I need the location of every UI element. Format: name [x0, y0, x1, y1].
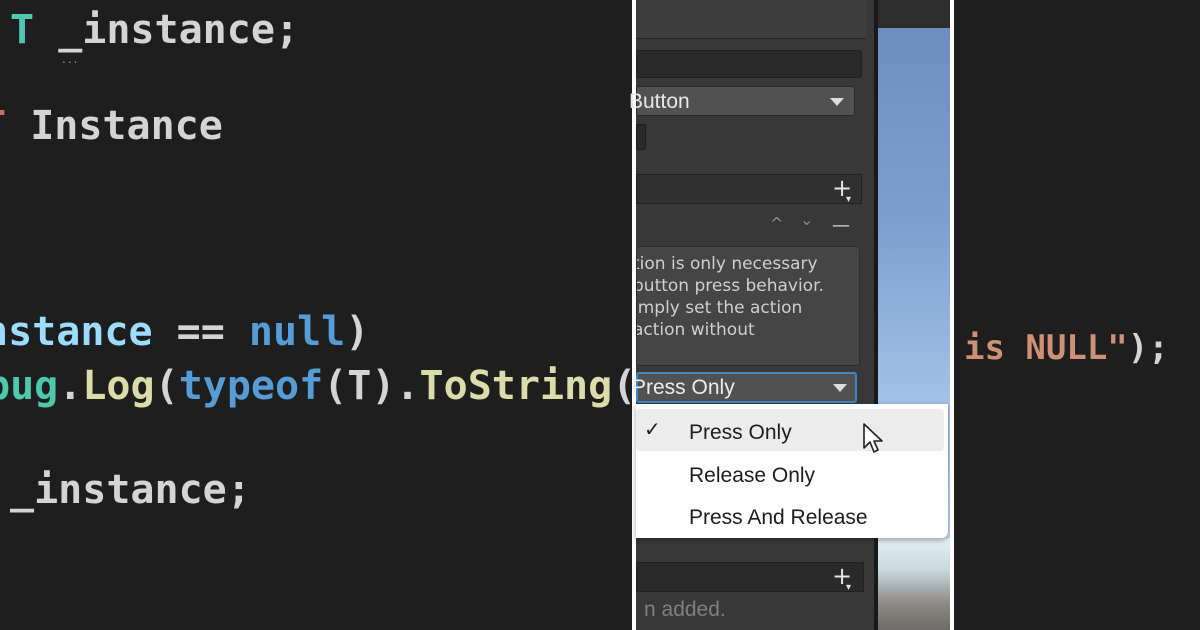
- help-line-1: tion is only necessary: [636, 254, 818, 274]
- punct-token: ;: [274, 7, 300, 53]
- identifier-token: _instance: [58, 7, 275, 53]
- punct-token: ): [345, 309, 370, 355]
- dropdown-menu: ✓ Press Only Release Only Press And Rele…: [636, 404, 948, 538]
- keyword-token: null: [248, 309, 346, 355]
- variable-token: nstance: [0, 309, 153, 355]
- code-line-2: T Instance: [0, 102, 223, 150]
- small-caret-icon: ▾: [846, 582, 852, 593]
- punct-token: .: [395, 363, 420, 409]
- code-editor-left: T _instance; ... T Instance nstance == n…: [0, 0, 632, 630]
- scene-toolbar: [878, 0, 950, 28]
- string-token: is: [964, 328, 1005, 368]
- dropdown-value: Button: [629, 90, 690, 113]
- function-token: ToString: [419, 363, 613, 409]
- menu-item-label: Press And Release: [689, 506, 868, 529]
- empty-list-text: n added.: [644, 598, 726, 621]
- bindings-header: [636, 174, 862, 204]
- add-binding-icon[interactable]: + ▾: [832, 176, 852, 205]
- squiggle-hint: ...: [62, 52, 80, 66]
- punct-token: .: [58, 363, 83, 409]
- mouse-cursor-icon: [863, 423, 883, 453]
- inspector-header: [636, 0, 866, 39]
- help-line-4: action without: [636, 320, 755, 340]
- remove-icon[interactable]: —: [832, 217, 850, 235]
- help-line-2: button press behavior.: [636, 276, 824, 296]
- chevron-down-icon: [833, 384, 847, 392]
- punct-token: ;: [226, 467, 251, 513]
- add-event-icon[interactable]: + ▾: [832, 564, 852, 593]
- move-down-icon[interactable]: ⌄: [800, 212, 813, 228]
- argument-token: (T): [323, 363, 396, 409]
- identifier-token: _instance: [10, 467, 227, 513]
- chevron-down-icon: [830, 98, 844, 106]
- small-caret-icon: ▾: [846, 194, 852, 205]
- name-field[interactable]: [636, 50, 862, 78]
- keyword-token: typeof: [178, 363, 324, 409]
- toggle-box[interactable]: [636, 124, 646, 150]
- class-token: bug: [0, 363, 59, 409]
- operator-token: ==: [152, 309, 249, 355]
- punct-token: (: [154, 363, 179, 409]
- action-type-dropdown[interactable]: Button: [629, 86, 855, 116]
- check-icon: ✓: [644, 419, 661, 441]
- string-token: NULL": [1004, 328, 1128, 368]
- menu-item-label: Release Only: [689, 464, 816, 487]
- menu-item-press-and-release[interactable]: Press And Release: [636, 494, 948, 536]
- menu-item-release-only[interactable]: Release Only: [636, 452, 948, 494]
- code-line-1: T _instance;: [10, 6, 299, 54]
- type-token: T: [10, 7, 35, 53]
- code-line-3: nstance == null): [0, 308, 369, 356]
- code-line-4: bug.Log(typeof(T).ToString(): [0, 362, 632, 410]
- type-token: T: [0, 103, 6, 149]
- code-editor-right: is NULL");: [954, 0, 1200, 630]
- code-line-right: is NULL");: [964, 328, 1169, 368]
- menu-item-label: Press Only: [689, 421, 792, 444]
- trigger-behavior-dropdown[interactable]: Press Only: [632, 372, 857, 403]
- move-up-icon[interactable]: ^: [770, 216, 783, 232]
- help-line-3: imply set the action: [636, 298, 803, 318]
- events-header: [636, 562, 864, 592]
- identifier-token: Instance: [30, 103, 223, 149]
- punct-token: (): [612, 363, 632, 409]
- scene-horizon: [878, 538, 950, 630]
- punct-token: );: [1127, 328, 1169, 368]
- function-token: Log: [82, 363, 155, 409]
- help-box: tion is only necessary button press beha…: [636, 246, 860, 366]
- dropdown-value: Press Only: [632, 376, 735, 399]
- menu-item-press-only[interactable]: ✓ Press Only: [636, 409, 944, 451]
- code-line-5: _instance;: [10, 466, 251, 514]
